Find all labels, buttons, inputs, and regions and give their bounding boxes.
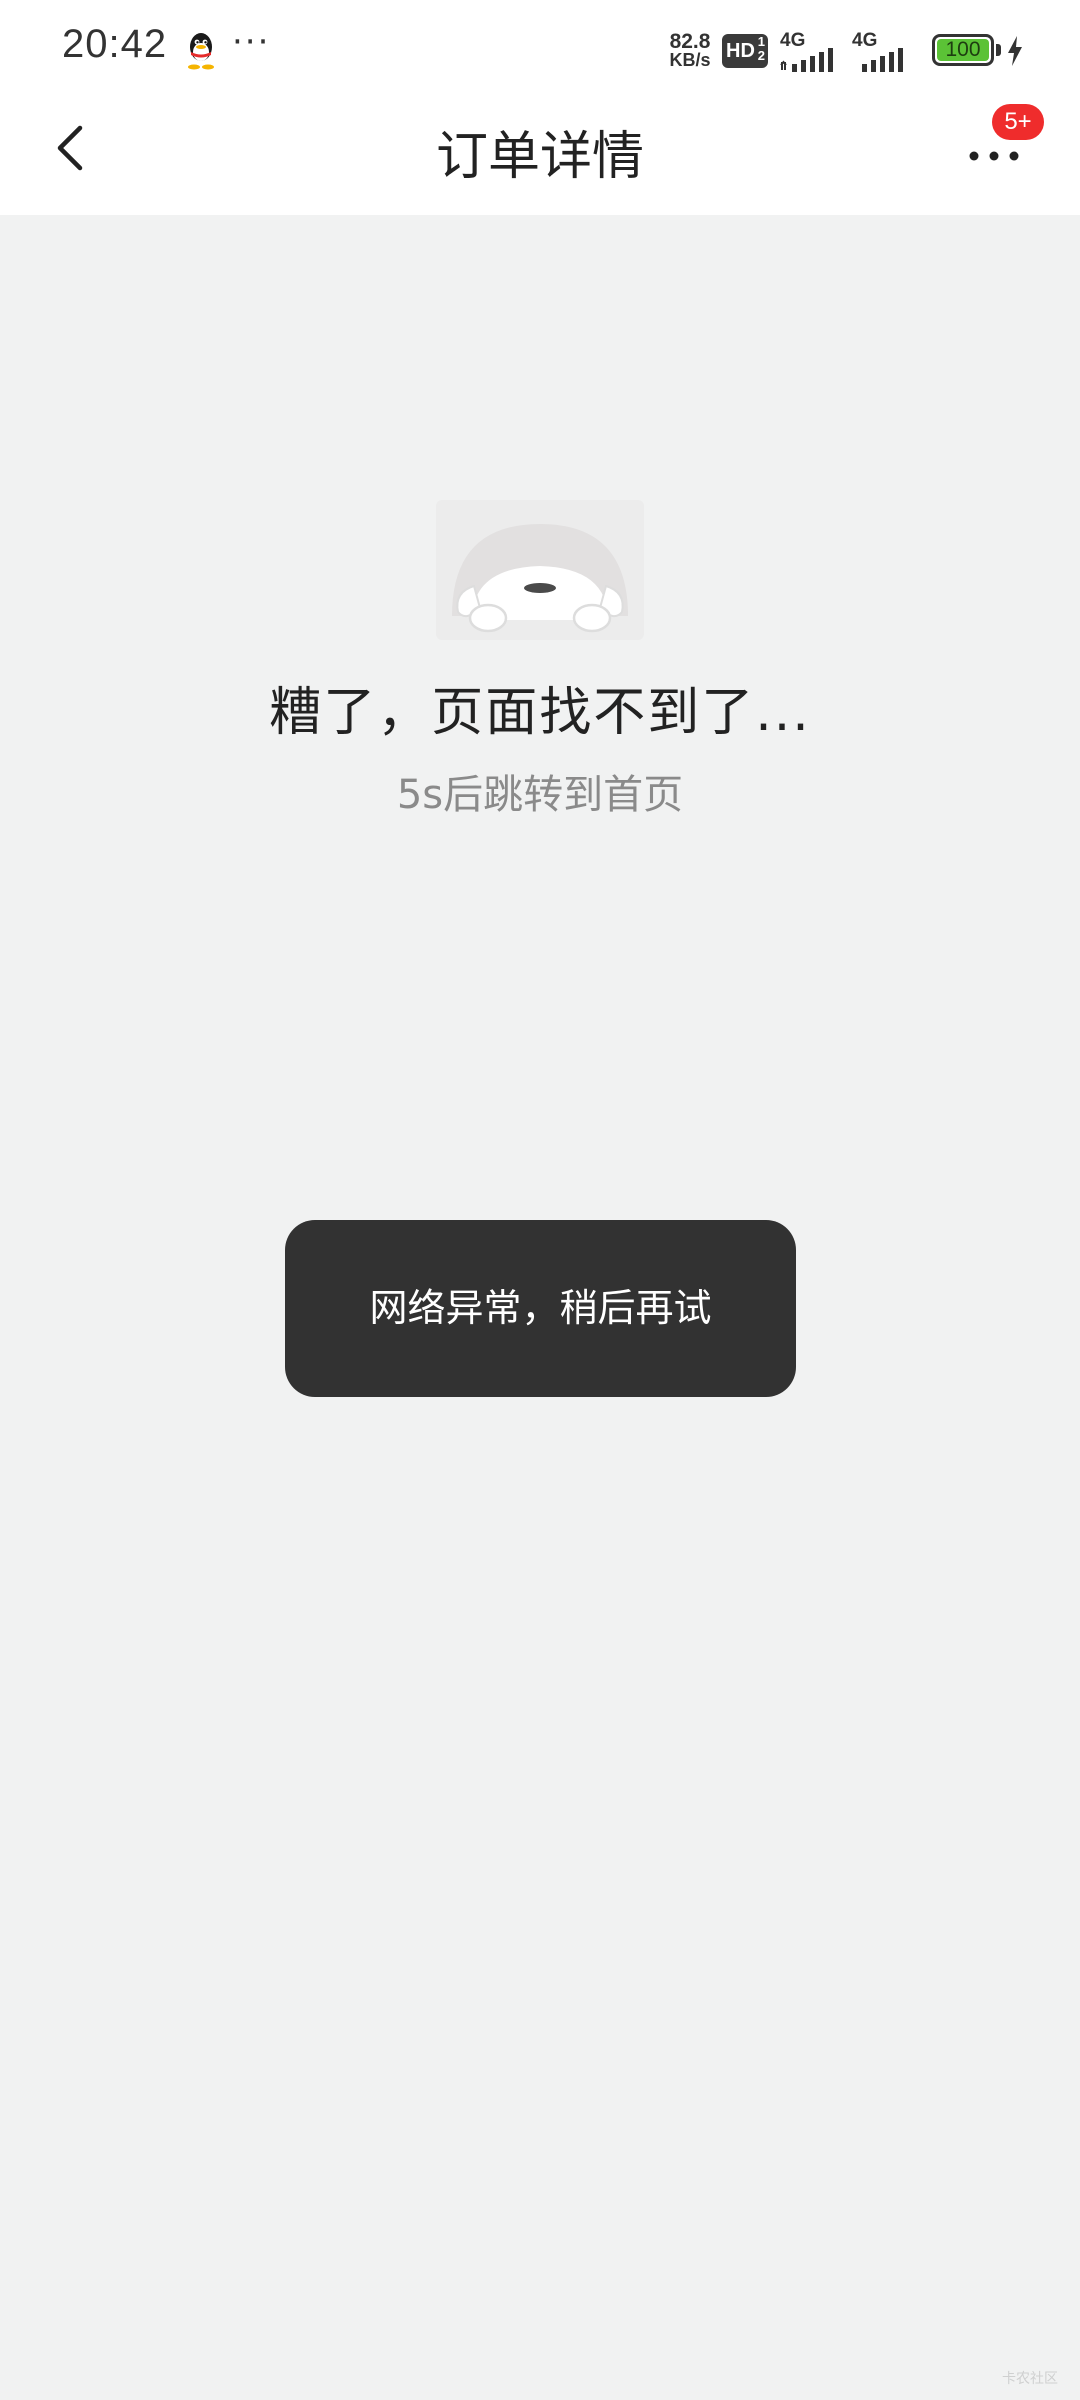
redirect-countdown: 5s后跳转到首页 [396, 772, 684, 818]
watermark: 卡农社区 [1002, 2371, 1058, 2387]
dog-illustration-icon [436, 500, 644, 640]
hd-sub-top: 1 [757, 34, 765, 49]
hd-sub-bottom: 2 [757, 48, 765, 63]
qq-penguin-icon [188, 33, 214, 70]
network-speed-unit: KB/s [669, 50, 711, 70]
page-title: 订单详情 [435, 127, 644, 187]
battery-level: 100 [945, 38, 981, 61]
network-speed-value: 82.8 [669, 30, 711, 53]
signal-bars-icon [780, 48, 833, 72]
sim1-signal: 4G [780, 30, 848, 72]
navbar: 订单详情 5+ [0, 100, 1080, 215]
toast-message: 网络异常，稍后再试 [285, 1220, 796, 1397]
signal-bars-icon [862, 48, 903, 72]
sim2-signal: 4G [852, 30, 920, 72]
status-bar: 20:42 ··· 82.8 KB/s HD 1 2 4G 4G 100 [0, 0, 1080, 100]
battery-cap [996, 44, 1001, 56]
hd-voice-icon: HD 1 2 [722, 34, 768, 68]
status-time: 20:42 [62, 22, 168, 66]
notification-more-icon: ··· [232, 22, 271, 62]
hd-label: HD [726, 40, 755, 62]
back-arrow-icon[interactable] [46, 118, 100, 178]
more-options-icon[interactable] [964, 136, 1024, 176]
hd-sim-index: 1 2 [758, 35, 765, 63]
charging-bolt-icon [1008, 36, 1022, 66]
battery-icon: 100 [932, 34, 994, 66]
error-title: 糟了，页面找不到了... [269, 683, 811, 743]
notification-badge: 5+ [992, 104, 1044, 140]
network-speed: 82.8 KB/s [664, 30, 716, 70]
